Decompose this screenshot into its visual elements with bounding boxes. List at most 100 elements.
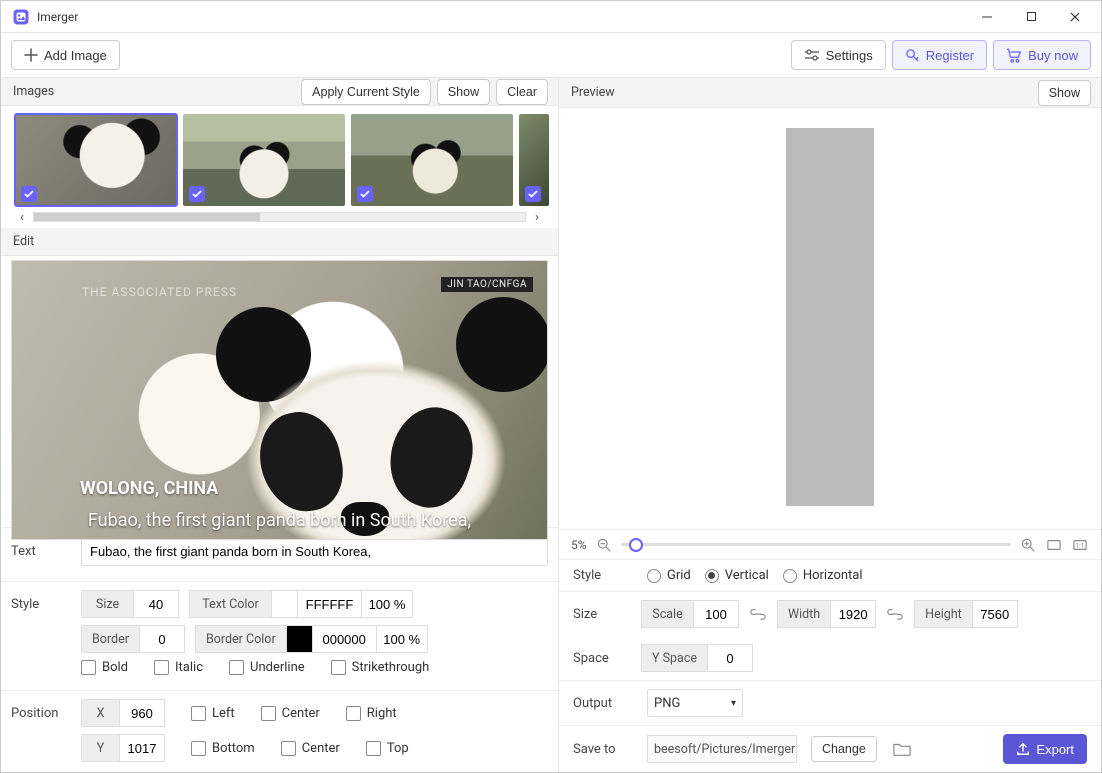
align-top-label: Top [387,741,409,756]
link-icon[interactable] [747,600,769,628]
settings-icon [804,48,820,62]
border-input[interactable] [139,625,185,653]
thumbnail-scrollbar[interactable]: ‹ › [11,210,548,224]
chevron-right-icon[interactable]: › [530,210,544,225]
buy-now-button[interactable]: Buy now [993,40,1091,70]
underline-checkbox[interactable]: Underline [229,660,305,675]
width-label: Width [777,600,830,628]
open-folder-icon[interactable] [891,738,913,760]
preview-panel-title: Preview [569,85,615,100]
strike-checkbox[interactable]: Strikethrough [331,660,430,675]
bold-checkbox[interactable]: Bold [81,660,128,675]
overlay-caption: Fubao, the first giant panda born in Sou… [12,510,547,531]
maximize-button[interactable] [1009,3,1053,31]
align-center-v-label: Center [302,741,340,756]
fit-screen-icon[interactable] [1045,536,1063,554]
align-right-checkbox[interactable]: Right [346,706,397,721]
border-color-swatch[interactable] [286,625,312,653]
text-color-label: Text Color [189,590,271,618]
thumb-scroll-handle[interactable] [34,213,260,221]
underline-label: Underline [250,660,305,675]
width-input[interactable] [830,600,876,628]
layout-horizontal-radio[interactable]: Horizontal [783,568,863,583]
show-images-label: Show [448,85,479,99]
align-left-checkbox[interactable]: Left [191,706,235,721]
align-bottom-label: Bottom [212,741,255,756]
images-panel-header: Images Apply Current Style Show Clear [1,78,558,106]
add-image-button[interactable]: Add Image [11,40,120,70]
y-input[interactable] [119,734,165,762]
x-input[interactable] [119,699,165,727]
thumbnail-3[interactable] [351,114,513,206]
show-images-button[interactable]: Show [437,79,490,105]
thumb-scroll-track[interactable] [33,212,526,222]
preview-cell [786,128,874,182]
buy-now-label: Buy now [1028,48,1078,63]
align-center-h-label: Center [282,706,320,721]
text-color-hex-input[interactable] [297,590,361,618]
italic-checkbox[interactable]: Italic [154,660,203,675]
layout-grid-label: Grid [667,568,691,583]
align-center-h-checkbox[interactable]: Center [261,706,320,721]
thumbnail-1[interactable] [15,114,177,206]
output-format-value: PNG [654,696,680,711]
minimize-button[interactable] [965,3,1009,31]
thumbnail-4[interactable] [519,114,549,206]
size-input[interactable] [133,590,179,618]
cart-icon [1006,48,1022,63]
preview-cell [786,236,874,290]
italic-label: Italic [175,660,203,675]
save-to-label: Save to [573,742,633,757]
size-label: Size [81,590,133,618]
apply-current-style-button[interactable]: Apply Current Style [301,79,431,105]
window-controls [965,3,1097,31]
zoom-slider-thumb[interactable] [629,538,643,552]
caption-text-input[interactable] [81,536,548,566]
align-bottom-checkbox[interactable]: Bottom [191,741,255,756]
preview-show-label: Show [1049,86,1080,100]
align-center-v-checkbox[interactable]: Center [281,741,340,756]
zoom-slider[interactable] [621,543,1011,546]
yspace-input[interactable] [707,644,753,672]
space-row-label: Space [573,651,633,666]
chevron-left-icon[interactable]: ‹ [15,210,29,225]
bold-label: Bold [102,660,128,675]
clear-images-label: Clear [507,85,537,99]
text-color-swatch[interactable] [271,590,297,618]
app-title: Imerger [37,10,78,24]
link-icon[interactable] [884,600,906,628]
export-button[interactable]: Export [1003,734,1087,764]
svg-text:1:1: 1:1 [1076,542,1084,549]
size-row-label: Size [573,607,633,622]
preview-show-button[interactable]: Show [1038,80,1091,106]
close-button[interactable] [1053,3,1097,31]
layout-vertical-radio[interactable]: Vertical [705,568,769,583]
change-path-button[interactable]: Change [811,736,877,762]
overlay-credit: JIN TAO/CNFGA [441,277,533,292]
app-icon [11,7,31,27]
edit-canvas[interactable]: THE ASSOCIATED PRESS JIN TAO/CNFGA WOLON… [11,260,548,540]
zoom-bar: 5% 1:1 [559,529,1101,559]
strike-label: Strikethrough [352,660,430,675]
register-button[interactable]: Register [892,40,987,70]
scale-input[interactable] [693,600,739,628]
preview-cell [786,452,874,506]
overlay-location: WOLONG, CHINA [80,478,218,499]
layout-grid-radio[interactable]: Grid [647,568,691,583]
settings-button[interactable]: Settings [791,40,886,70]
align-top-checkbox[interactable]: Top [366,741,409,756]
text-color-opacity-input[interactable] [361,590,413,618]
register-label: Register [926,48,974,63]
height-input[interactable] [972,600,1018,628]
border-color-opacity-input[interactable] [376,625,428,653]
thumbnail-2[interactable] [183,114,345,206]
output-format-select[interactable]: PNG ▾ [647,689,743,717]
change-path-label: Change [822,742,866,756]
size-row: Size Scale Width Height Space Y Space [559,591,1101,680]
zoom-out-icon[interactable] [595,536,613,554]
clear-images-button[interactable]: Clear [496,79,548,105]
actual-size-icon[interactable]: 1:1 [1071,536,1089,554]
check-icon [357,186,373,202]
border-color-hex-input[interactable] [312,625,376,653]
zoom-in-icon[interactable] [1019,536,1037,554]
